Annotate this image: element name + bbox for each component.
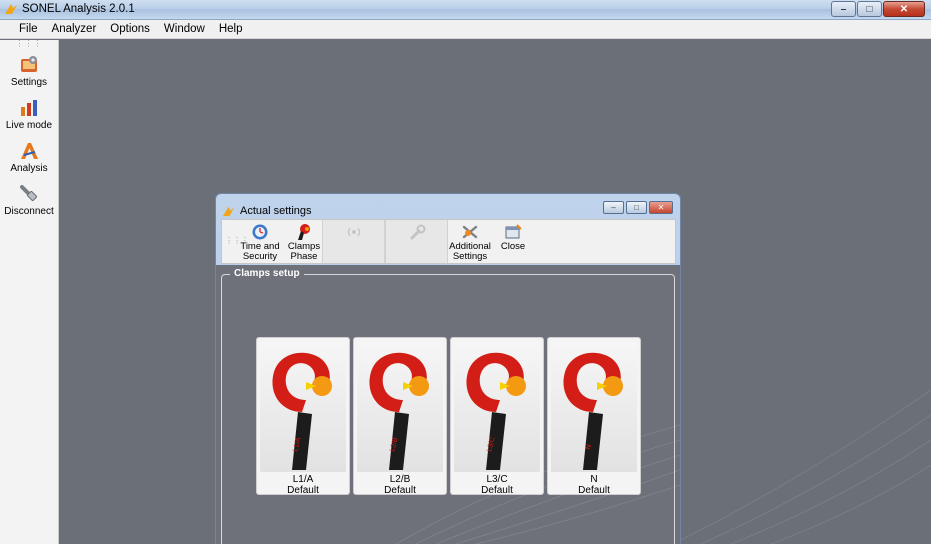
clamp-card-l3[interactable]: L3/C L3/C Default — [450, 337, 544, 496]
wrench-icon — [410, 224, 425, 240]
sonel-logo-icon — [5, 4, 17, 14]
workspace-swirl-decoration — [681, 389, 931, 544]
menu-window[interactable]: Window — [157, 23, 212, 35]
sidebar-toolbar: ⋮⋮⋮ Settings Live mode Analysis Disconne… — [0, 40, 59, 544]
close-window-button[interactable]: ✕ — [883, 1, 925, 17]
clamp-setting: Default — [481, 485, 513, 496]
signal-icon — [347, 227, 360, 237]
toolbar-grip[interactable]: ⋮⋮⋮ — [0, 40, 58, 50]
menu-file[interactable]: File — [12, 23, 45, 35]
sidebar-item-settings[interactable]: Settings — [0, 50, 58, 93]
sidebar-item-analysis[interactable]: Analysis — [0, 136, 58, 179]
sidebar-item-label: Analysis — [10, 163, 48, 174]
clamps-phase-button[interactable]: Clamps Phase — [286, 220, 322, 263]
clamp-name: L1/A — [292, 474, 314, 485]
close-panel-icon — [505, 224, 522, 239]
disabled-tool-button-1[interactable] — [322, 220, 385, 263]
settings-icon — [21, 56, 37, 72]
menu-analyzer[interactable]: Analyzer — [45, 23, 104, 35]
menu-options[interactable]: Options — [103, 23, 157, 35]
clamp-setting: Default — [578, 485, 610, 496]
clamp-setting: Default — [287, 485, 319, 496]
clamp-image: L1/A — [260, 342, 346, 472]
clamp-card-n[interactable]: N N Default — [547, 337, 641, 496]
clamp-name: N — [590, 474, 598, 485]
clamps-setup-group: Clamps setup L1/A L1/A Default L2/B L2/B… — [221, 268, 675, 544]
clamp-image: L3/C — [454, 342, 540, 472]
dialog-minimize-button[interactable]: – — [603, 201, 624, 214]
minimize-button[interactable]: – — [831, 1, 856, 17]
additional-settings-icon — [462, 225, 478, 239]
sidebar-item-label: Settings — [10, 77, 48, 88]
clamp-image: N — [551, 342, 637, 472]
clamp-image: L2/B — [357, 342, 443, 472]
dialog-title: Actual settings — [240, 205, 312, 217]
dialog-toolbar: ⋮⋮⋮ Time and Security Clamps Phase Addit… — [221, 219, 676, 264]
current-clamp-icon: L2/B — [369, 352, 429, 470]
clamp-card-l1[interactable]: L1/A L1/A Default — [256, 337, 350, 496]
clock-icon — [252, 224, 268, 240]
clamp-name: L3/C — [486, 474, 508, 485]
dialog-titlebar: Actual settings — [222, 203, 312, 219]
time-security-label-2: Security — [242, 251, 278, 262]
analysis-icon — [21, 143, 38, 159]
clamps-phase-label-2: Phase — [290, 251, 318, 262]
sidebar-item-live-mode[interactable]: Live mode — [0, 93, 58, 136]
clamp-icon — [298, 224, 310, 240]
sidebar-item-label: Live mode — [5, 120, 53, 131]
sonel-logo-icon — [222, 206, 235, 216]
sidebar-item-disconnect[interactable]: Disconnect — [0, 179, 58, 222]
close-dialog-label: Close — [500, 241, 526, 252]
current-clamp-icon: N — [563, 352, 623, 470]
dialog-close-button[interactable]: ✕ — [649, 201, 673, 214]
additional-settings-label-2: Settings — [452, 251, 488, 262]
dialog-maximize-button[interactable]: □ — [626, 201, 647, 214]
dialog-content: Clamps setup L1/A L1/A Default L2/B L2/B… — [216, 265, 680, 544]
clamp-card-l2[interactable]: L2/B L2/B Default — [353, 337, 447, 496]
current-clamp-icon: L1/A — [272, 352, 332, 470]
clamp-name: L2/B — [389, 474, 411, 485]
sidebar-item-label: Disconnect — [4, 206, 54, 217]
close-dialog-button[interactable]: Close — [496, 220, 530, 263]
clamp-setting: Default — [384, 485, 416, 496]
group-title: Clamps setup — [230, 268, 304, 279]
window-title: SONEL Analysis 2.0.1 — [22, 3, 135, 15]
current-clamp-icon: L3/C — [466, 352, 526, 470]
disabled-tool-button-2[interactable] — [385, 220, 448, 263]
actual-settings-dialog: Actual settings – □ ✕ ⋮⋮⋮ Time and Secur… — [215, 193, 681, 544]
menu-help[interactable]: Help — [212, 23, 250, 35]
time-security-button[interactable]: Time and Security — [236, 220, 284, 263]
live-mode-icon — [21, 100, 37, 116]
disconnect-icon — [20, 185, 38, 202]
window-titlebar: SONEL Analysis 2.0.1 – □ ✕ — [0, 0, 931, 20]
maximize-button[interactable]: □ — [857, 1, 882, 17]
menu-bar: File Analyzer Options Window Help — [0, 20, 931, 39]
additional-settings-button[interactable]: Additional Settings — [448, 220, 492, 263]
